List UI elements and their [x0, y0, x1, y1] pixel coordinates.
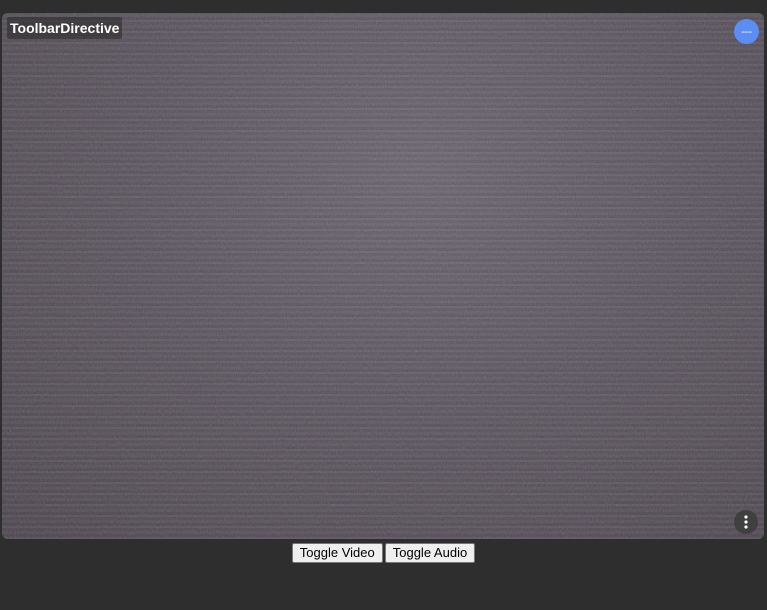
video-tile[interactable]: ToolbarDirective ---	[2, 13, 764, 539]
tile-options-button[interactable]	[734, 510, 758, 534]
toggle-video-button[interactable]: Toggle Video	[291, 543, 383, 563]
toggle-audio-button[interactable]: Toggle Audio	[384, 543, 476, 563]
participant-name-label: ToolbarDirective	[7, 17, 123, 39]
video-conference-page: ToolbarDirective --- Toggle Video Toggle…	[0, 0, 767, 610]
video-noise-overlay	[2, 13, 764, 539]
media-controls: Toggle Video Toggle Audio	[0, 543, 767, 563]
more-vertical-icon	[744, 515, 748, 529]
participant-status-badge[interactable]: ---	[734, 19, 759, 44]
